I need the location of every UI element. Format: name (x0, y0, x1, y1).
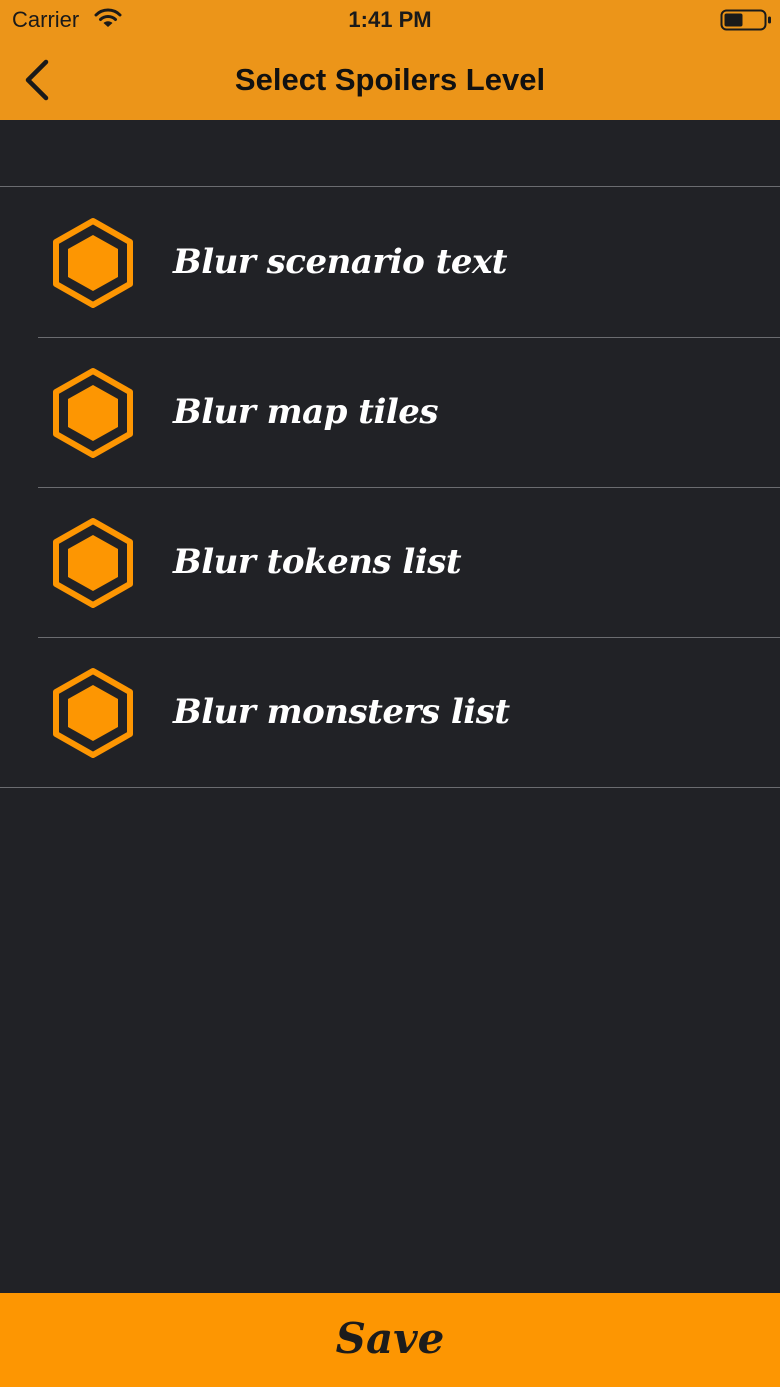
hexagon-icon (53, 518, 133, 608)
option-blur-tokens-list[interactable]: Blur tokens list (0, 487, 780, 637)
hexagon-icon (53, 368, 133, 458)
spoiler-options-list: Blur scenario text Blur map tiles Blur t… (0, 186, 780, 788)
battery-icon (720, 9, 771, 31)
option-label: Blur scenario text (173, 242, 508, 282)
save-button[interactable]: Save (0, 1293, 780, 1387)
status-bar: Carrier 1:41 PM (0, 0, 780, 40)
option-label: Blur tokens list (173, 542, 462, 582)
status-time: 1:41 PM (348, 7, 432, 32)
option-blur-scenario-text[interactable]: Blur scenario text (0, 187, 780, 337)
option-blur-map-tiles[interactable]: Blur map tiles (0, 337, 780, 487)
top-bar: Carrier 1:41 PM Select Spoilers Level (0, 0, 780, 120)
option-label: Blur map tiles (173, 392, 439, 432)
page-title: Select Spoilers Level (234, 62, 546, 97)
save-button-label: Save (335, 1314, 445, 1363)
navigation-bar: Select Spoilers Level (0, 40, 780, 120)
option-blur-monsters-list[interactable]: Blur monsters list (0, 637, 780, 787)
hexagon-icon (53, 218, 133, 308)
hexagon-icon (53, 668, 133, 758)
option-label: Blur monsters list (173, 692, 510, 732)
